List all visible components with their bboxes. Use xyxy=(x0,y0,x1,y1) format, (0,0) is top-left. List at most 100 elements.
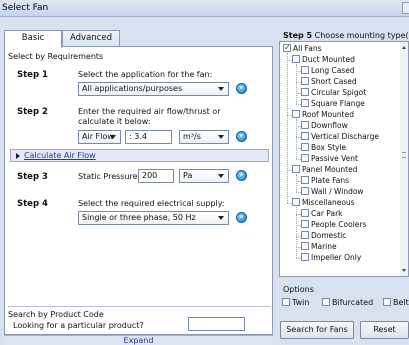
product-code-input[interactable] xyxy=(188,317,245,331)
tree-item[interactable]: Roof Mounted xyxy=(292,110,354,120)
airflow-unit-value: m³/s xyxy=(183,132,201,141)
application-select[interactable]: All applications/purposes xyxy=(78,82,229,96)
tree-item-label: Box Style xyxy=(311,143,347,152)
tree-item[interactable]: Vertical Discharge xyxy=(301,132,379,142)
tree-item[interactable]: Marine xyxy=(301,242,337,252)
reset-button[interactable]: Reset xyxy=(360,321,409,339)
checkbox-icon[interactable] xyxy=(301,99,309,107)
flow-mode-select[interactable]: Air Flow xyxy=(78,130,121,144)
checkbox-icon[interactable] xyxy=(301,253,309,261)
checkbox-icon[interactable] xyxy=(301,231,309,239)
checkbox-icon[interactable] xyxy=(301,187,309,195)
pressure-unit-select[interactable]: Pa xyxy=(179,169,229,183)
tree-item-label: Passive Vent xyxy=(311,154,358,163)
mounting-type-tree[interactable]: All Fans Duct Mounted Long Cased Short Case… xyxy=(279,41,409,277)
tree-item[interactable]: Circular Spigot xyxy=(301,88,366,98)
requirements-panel: Select by Requirements Step 1 Select the… xyxy=(4,46,273,335)
checkbox-icon[interactable] xyxy=(301,209,309,217)
calculate-airflow-link[interactable]: Calculate Air Flow xyxy=(24,151,96,160)
checkbox-icon[interactable] xyxy=(301,143,309,151)
checkbox-icon[interactable] xyxy=(292,198,300,206)
checkbox-icon[interactable] xyxy=(301,242,309,250)
help-icon[interactable] xyxy=(236,131,247,142)
tree-item-label: Circular Spigot xyxy=(311,88,367,97)
checkbox-icon[interactable] xyxy=(301,77,309,85)
checkbox-icon[interactable] xyxy=(283,43,291,53)
scroll-down-icon[interactable] xyxy=(402,269,406,272)
option-belt[interactable]: Belt xyxy=(383,298,409,307)
chevron-down-icon xyxy=(218,216,224,220)
tree-item[interactable]: All Fans xyxy=(283,43,322,54)
help-icon[interactable] xyxy=(236,170,247,181)
calculate-airflow-bar[interactable]: Calculate Air Flow xyxy=(10,149,269,162)
chevron-down-icon xyxy=(218,135,224,139)
tree-item[interactable]: Miscellaneous xyxy=(292,198,355,208)
step5-label: Step 5 xyxy=(283,31,313,40)
help-icon[interactable] xyxy=(236,83,247,94)
checkbox-icon[interactable] xyxy=(383,298,391,306)
tree-item[interactable]: Car Park xyxy=(301,209,343,219)
tree-connector xyxy=(296,159,301,160)
option-bifurcated[interactable]: Bifurcated xyxy=(322,298,373,307)
tree-item[interactable]: Short Cased xyxy=(301,77,357,87)
tree-item[interactable]: Passive Vent xyxy=(301,154,358,164)
scroll-up-icon[interactable] xyxy=(402,46,406,49)
checkbox-icon[interactable] xyxy=(301,121,309,129)
tree-item-label: Plate Fans xyxy=(311,176,350,185)
checkbox-icon[interactable] xyxy=(282,298,290,306)
airflow-input[interactable]: : 3.4 xyxy=(125,130,172,144)
tree-item[interactable]: People Coolers xyxy=(301,220,366,230)
chevron-down-icon xyxy=(218,174,224,178)
tree-item-label: Duct Mounted xyxy=(302,55,355,64)
search-for-fans-button[interactable]: Search for Fans xyxy=(280,321,354,339)
checkbox-icon[interactable] xyxy=(322,298,330,306)
step1-label: Step 1 xyxy=(17,70,48,80)
option-twin-label: Twin xyxy=(292,298,310,307)
close-button[interactable] xyxy=(402,2,409,14)
tree-item[interactable]: Domestic xyxy=(301,231,346,241)
airflow-unit-select[interactable]: m³/s xyxy=(179,130,229,144)
tree-connector xyxy=(296,64,297,104)
tree-item-label: Domestic xyxy=(311,231,347,240)
checkbox-icon[interactable] xyxy=(301,176,309,184)
checkbox-icon[interactable] xyxy=(301,88,309,96)
tree-item[interactable]: Box Style xyxy=(301,143,346,153)
option-bifurcated-label: Bifurcated xyxy=(332,298,374,307)
expand-bar[interactable]: Expand xyxy=(4,335,273,345)
tree-item[interactable]: Plate Fans xyxy=(301,176,349,186)
checkbox-icon[interactable] xyxy=(292,55,300,63)
checkbox-icon[interactable] xyxy=(292,110,300,118)
option-twin[interactable]: Twin xyxy=(282,298,309,307)
chevron-down-icon xyxy=(218,87,224,91)
electrical-supply-value: Single or three phase, 50 Hz xyxy=(82,213,196,222)
step3-label: Step 3 xyxy=(17,172,48,182)
static-pressure-input[interactable]: 200 xyxy=(138,169,174,183)
tree-connector xyxy=(296,119,297,159)
step3-text: Static Pressure: xyxy=(78,172,141,181)
checkbox-icon[interactable] xyxy=(301,220,309,228)
tree-item-label: Short Cased xyxy=(311,77,357,86)
checkbox-icon[interactable] xyxy=(301,154,309,162)
options-heading: Options xyxy=(283,285,314,294)
tree-item-label: Square Flange xyxy=(311,99,365,108)
tree-item[interactable]: Impeller Only xyxy=(301,253,361,263)
tree-scrollbar[interactable] xyxy=(400,42,408,276)
tree-item[interactable]: Square Flange xyxy=(301,99,365,109)
tab-basic[interactable]: Basic xyxy=(4,30,62,48)
tree-item[interactable]: Duct Mounted xyxy=(292,55,355,65)
tree-item[interactable]: Downflow xyxy=(301,121,348,131)
checkbox-icon[interactable] xyxy=(301,66,309,74)
pressure-unit-value: Pa xyxy=(183,171,193,180)
help-icon[interactable] xyxy=(236,212,247,223)
step4-text: Select the required electrical supply: xyxy=(78,199,225,208)
checkbox-icon[interactable] xyxy=(301,132,309,140)
tree-item[interactable]: Long Cased xyxy=(301,66,355,76)
step5-title: Step 5 Choose mounting type(s): xyxy=(283,31,409,40)
tree-item[interactable]: Wall / Window xyxy=(301,187,364,197)
tree-connector xyxy=(296,207,297,258)
tree-connector xyxy=(296,192,301,193)
tab-advanced[interactable]: Advanced xyxy=(62,30,120,47)
tree-item[interactable]: Panel Mounted xyxy=(292,165,358,175)
checkbox-icon[interactable] xyxy=(292,165,300,173)
electrical-supply-select[interactable]: Single or three phase, 50 Hz xyxy=(78,211,229,225)
